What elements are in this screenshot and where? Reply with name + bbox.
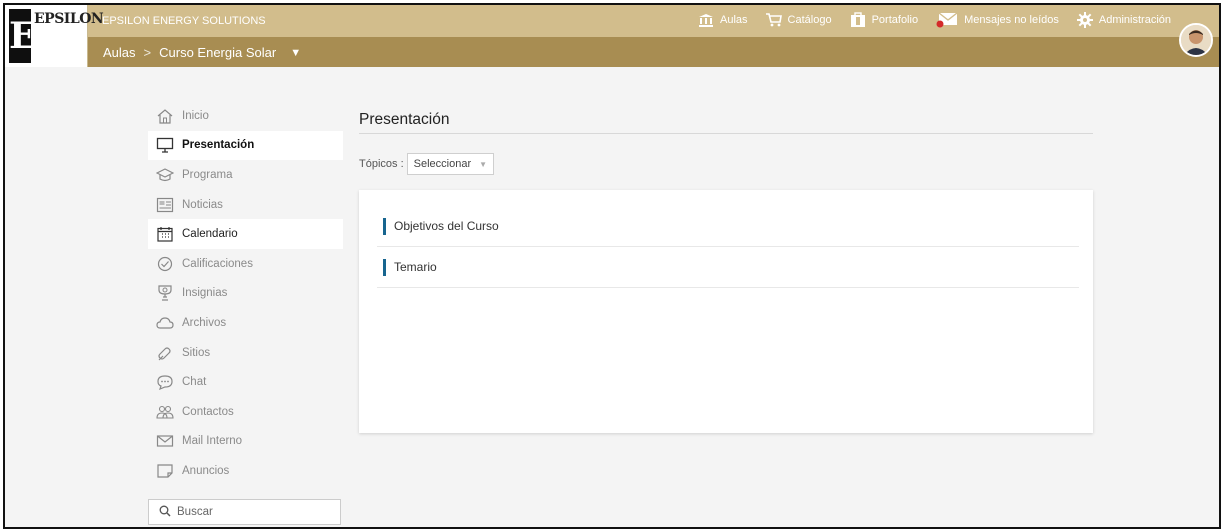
sidebar-item-programa[interactable]: Programa [148,160,343,190]
sidebar-item-sitios[interactable]: Sitios [148,338,343,368]
sidebar-item-insignias[interactable]: Insignias [148,279,343,309]
nav-portafolio[interactable]: Portafolio [850,12,918,28]
sidebar-item-presentacion[interactable]: Presentación [148,130,343,161]
sidebar-item-label: Calificaciones [182,257,253,270]
sidebar-item-noticias[interactable]: Noticias [148,190,343,220]
link-icon [156,344,174,362]
sidebar-item-mail-interno[interactable]: Mail Interno [148,427,343,457]
sidebar-item-label: Insignias [182,287,228,300]
sections-card: Objetivos del Curso Temario [359,190,1093,433]
check-circle-icon [156,255,174,273]
gear-icon [1076,12,1093,28]
sidebar-item-label: Archivos [182,316,227,329]
nav-administracion[interactable]: Administración [1076,12,1171,28]
chat-icon [156,373,174,391]
topics-select-value: Seleccionar [413,158,472,170]
sidebar-item-label: Chat [182,376,207,389]
home-icon [156,107,174,125]
company-name: EPSILON ENERGY SOLUTIONS [102,15,266,27]
section-marker [383,217,386,235]
briefcase-icon [850,12,866,28]
nav-catalogo-label: Catálogo [787,14,832,26]
sidebar-item-calendario[interactable]: Calendario [148,219,343,249]
brand-logo[interactable]: E EPSILON [5,5,104,67]
classroom-icon [698,13,714,27]
sidebar-item-label: Anuncios [182,464,230,477]
sidebar-item-chat[interactable]: Chat [148,367,343,397]
dropdown-arrow-icon: ▼ [479,159,488,169]
sidebar: Inicio Presentación Programa Noticias Ca… [148,101,343,486]
search-placeholder: Buscar [177,506,213,518]
breadcrumb: Aulas > Curso Energia Solar ▼ [103,45,301,60]
calendar-icon [156,225,174,243]
mail-icon [936,12,958,28]
page-title: Presentación [359,111,450,128]
nav-aulas-label: Aulas [720,14,748,26]
top-nav: Aulas Catálogo Portafolio Mensajes no le… [698,12,1171,28]
sidebar-item-label: Presentación [182,139,255,152]
section-row-temario[interactable]: Temario [377,247,1079,288]
sidebar-item-anuncios[interactable]: Anuncios [148,456,343,486]
breadcrumb-root[interactable]: Aulas [103,45,136,60]
nav-portafolio-label: Portafolio [871,14,919,26]
topics-filter: Tópicos : Seleccionar ▼ [359,153,495,175]
sidebar-item-archivos[interactable]: Archivos [148,308,343,338]
newspaper-icon [156,196,174,214]
section-row-objetivos[interactable]: Objetivos del Curso [377,206,1079,247]
topics-label: Tópicos : [359,158,404,170]
avatar[interactable] [1179,23,1213,57]
badge-icon [156,284,174,302]
section-marker [383,258,386,276]
sidebar-item-label: Programa [182,168,233,181]
monitor-icon [156,136,174,154]
sidebar-item-label: Noticias [182,198,223,211]
sidebar-item-label: Inicio [182,109,209,122]
cloud-icon [156,314,174,332]
envelope-icon [156,432,174,450]
section-title: Temario [394,260,437,274]
logo-text: EPSILON [34,11,104,27]
search-input[interactable]: Buscar [148,499,341,525]
sidebar-item-label: Calendario [182,228,238,241]
sidebar-item-contactos[interactable]: Contactos [148,397,343,427]
nav-administracion-label: Administración [1098,14,1171,26]
chevron-down-icon[interactable]: ▼ [290,47,301,59]
breadcrumb-current[interactable]: Curso Energia Solar [159,45,276,60]
search-icon [159,505,171,520]
title-divider [359,133,1093,134]
app-frame: E EPSILON EPSILON ENERGY SOLUTIONS Aulas… [3,3,1221,529]
sidebar-item-inicio[interactable]: Inicio [148,101,343,131]
cart-icon [765,13,782,27]
sidebar-item-calificaciones[interactable]: Calificaciones [148,249,343,279]
nav-aulas[interactable]: Aulas [698,13,748,27]
section-title: Objetivos del Curso [394,219,499,233]
nav-catalogo[interactable]: Catálogo [765,13,832,27]
topics-select[interactable]: Seleccionar ▼ [406,153,495,175]
graduation-cap-icon [156,166,174,184]
announcement-icon [156,462,174,480]
sidebar-item-label: Contactos [182,405,234,418]
logo-mark: E [9,9,36,63]
breadcrumb-separator: > [143,45,152,60]
nav-mensajes[interactable]: Mensajes no leídos [936,12,1059,28]
contacts-icon [156,403,174,421]
sidebar-item-label: Sitios [182,346,211,359]
nav-mensajes-label: Mensajes no leídos [964,14,1059,26]
sidebar-item-label: Mail Interno [182,435,243,448]
